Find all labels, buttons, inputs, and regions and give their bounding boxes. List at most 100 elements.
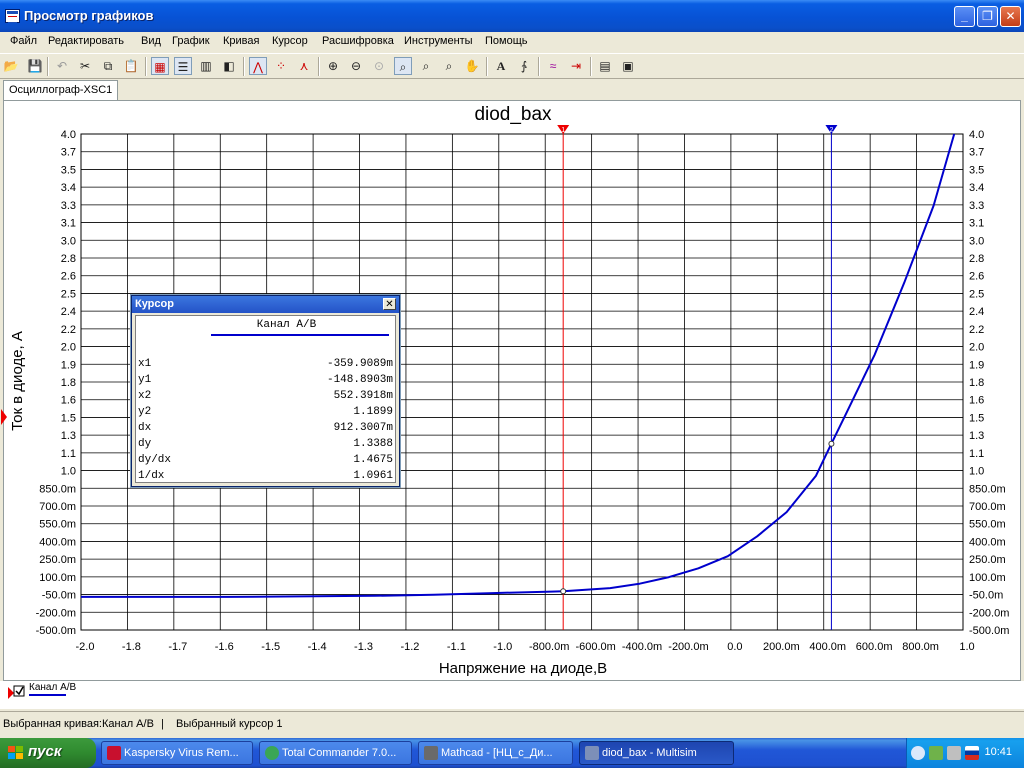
y-tick-label: 2.5 [61, 288, 76, 300]
cursor-panel-channel: Канал A/B [256, 319, 317, 331]
y-tick-label-right: 3.1 [969, 218, 984, 230]
cursor-row-x2: x2 552.3918m [138, 390, 393, 402]
y-tick-label-right: 850.0m [969, 483, 1006, 495]
x-tick-label: -800.0m [529, 641, 569, 653]
plot-viewer-window: Просмотр графиков _ ❐ ✕ Файл Редактирова… [0, 0, 1024, 738]
cursor-panel[interactable]: Курсор ✕ Канал A/B x1 -359.9089m y1 -148.8… [131, 295, 400, 487]
channel-color-line [211, 334, 389, 336]
tray-expand-icon[interactable] [911, 746, 925, 760]
y-tick-label: 2.4 [61, 306, 76, 318]
start-label: пуск [28, 743, 62, 760]
y-tick-label: 2.8 [61, 253, 76, 265]
x-tick-label: -1.3 [354, 641, 373, 653]
status-selected-cursor: Выбранный курсор 1 [176, 718, 283, 730]
y-tick-label-right: 2.2 [969, 324, 984, 336]
language-icon[interactable] [965, 746, 979, 760]
y-tick-label: 3.4 [61, 182, 76, 194]
cursor-row-dydx: dy/dx 1.4675 [138, 454, 393, 466]
cursor-row-x1: x1 -359.9089m [138, 358, 393, 370]
x-tick-label: -1.1 [447, 641, 466, 653]
status-divider: | [161, 718, 164, 730]
task-kaspersky[interactable]: Kaspersky Virus Rem... [101, 741, 253, 765]
x-tick-label: -1.4 [308, 641, 327, 653]
legend-marker-icon [8, 687, 14, 699]
y-tick-label: 3.0 [61, 235, 76, 247]
cursor-panel-title[interactable]: Курсор [132, 296, 399, 313]
task-total-commander[interactable]: Total Commander 7.0... [259, 741, 412, 765]
x-tick-label: -400.0m [622, 641, 662, 653]
status-bar: Выбранная кривая:Канал A/B | Выбранный к… [0, 711, 1024, 735]
y-tick-label: 400.0m [39, 536, 76, 548]
y-tick-label-right: 250.0m [969, 554, 1006, 566]
y-tick-label-right: 3.3 [969, 200, 984, 212]
y-tick-label-right: 1.8 [969, 377, 984, 389]
status-selected-curve: Выбранная кривая:Канал A/B [3, 718, 154, 730]
cursor-row-inv-dx: 1/dx 1.0961 [138, 470, 393, 482]
taskbar: пуск Kaspersky Virus Rem... Total Comman… [0, 738, 1024, 768]
y-tick-label-right: 3.7 [969, 147, 984, 159]
x-axis-label: Напряжение на диоде,В [439, 660, 607, 677]
y-tick-label-right: 3.5 [969, 164, 984, 176]
y-tick-label-right: 2.6 [969, 271, 984, 283]
x-tick-label: -1.8 [122, 641, 141, 653]
cursor-panel-close-button[interactable]: ✕ [383, 298, 396, 310]
y-tick-label-right: 2.5 [969, 288, 984, 300]
y-tick-label: 550.0m [39, 519, 76, 531]
y-tick-label: 1.8 [61, 377, 76, 389]
y-tick-label-right: 2.0 [969, 342, 984, 354]
y-tick-label-right: 3.4 [969, 182, 984, 194]
x-tick-label: -1.7 [168, 641, 187, 653]
task-mathcad[interactable]: Mathcad - [НЦ_с_Ди... [418, 741, 573, 765]
system-tray: 10:41 [906, 738, 1024, 768]
legend-svg: Канал A/B [8, 682, 77, 699]
x-tick-label: 600.0m [856, 641, 893, 653]
y-tick-label-right: 1.6 [969, 395, 984, 407]
plot-area[interactable]: diod_bax 4.0 3.7 3.5 3.4 3.3 3.1 3.0 2.8 2.6 2.5 2… [1, 100, 1021, 681]
y-tick-label: 3.3 [61, 200, 76, 212]
x-tick-label: -1.6 [215, 641, 234, 653]
y-axis-label: Ток в диоде, А [9, 331, 26, 431]
y-tick-label-right: 4.0 [969, 129, 984, 141]
y-tick-label-right: 550.0m [969, 519, 1006, 531]
task-multisim[interactable]: diod_bax - Multisim [579, 741, 734, 765]
cursor-panel-body: Канал A/B x1 -359.9089m y1 -148.8903m x2 55… [135, 315, 396, 483]
y-tick-label: 700.0m [39, 501, 76, 513]
y-axis-left: 4.0 3.7 3.5 3.4 3.3 3.1 3.0 2.8 2.6 2.5 2.4 2.2 2.0 1… [36, 129, 76, 637]
volume-icon[interactable] [947, 746, 961, 760]
y-tick-label-right: 1.3 [969, 430, 984, 442]
y-tick-label: 1.9 [61, 359, 76, 371]
y-tick-label: 850.0m [39, 483, 76, 495]
cursor-row-dx: dx 912.3007m [138, 422, 393, 434]
y-tick-label-right: -500.0m [969, 625, 1009, 637]
cursors[interactable]: 12 [557, 125, 838, 630]
x-tick-label: 400.0m [809, 641, 846, 653]
y-tick-label-right: 1.5 [969, 412, 984, 424]
y-tick-label: -500.0m [36, 625, 76, 637]
x-tick-label: -600.0m [575, 641, 615, 653]
x-tick-label: 1.0 [959, 641, 974, 653]
network-icon[interactable] [929, 746, 943, 760]
mathcad-icon [424, 746, 438, 760]
y-tick-label: 1.1 [61, 448, 76, 460]
kaspersky-icon [107, 746, 121, 760]
total-commander-icon [265, 746, 279, 760]
x-tick-label: -1.2 [400, 641, 419, 653]
cursor-1-intersection [560, 588, 567, 595]
y-tick-label: -50.0m [42, 590, 76, 602]
selected-curve-marker-icon [1, 409, 7, 425]
y-tick-label: 1.3 [61, 430, 76, 442]
legend: Канал A/B [0, 681, 1024, 709]
x-tick-label: 800.0m [902, 641, 939, 653]
cursor-2-intersection [828, 440, 835, 447]
cursor-row-dy: dy 1.3388 [138, 438, 393, 450]
y-tick-label-right: 1.1 [969, 448, 984, 460]
y-tick-label-right: 1.0 [969, 466, 984, 478]
y-tick-label: 3.5 [61, 164, 76, 176]
start-button[interactable]: пуск [0, 738, 96, 768]
multisim-icon [585, 746, 599, 760]
x-tick-label: -2.0 [76, 641, 95, 653]
legend-entry-label: Канал A/B [29, 682, 77, 693]
cursor-row-y1: y1 -148.8903m [138, 374, 393, 386]
y-tick-label: 3.1 [61, 218, 76, 230]
x-tick-label: -1.5 [261, 641, 280, 653]
